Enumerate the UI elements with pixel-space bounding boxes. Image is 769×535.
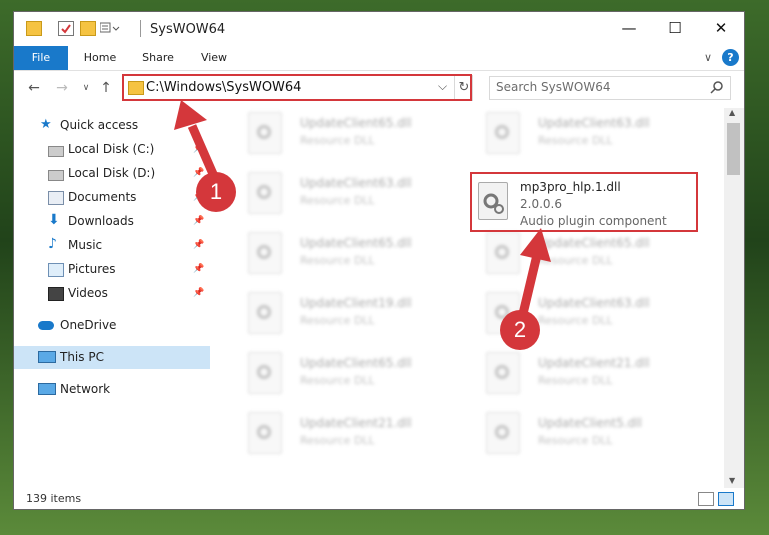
annotation-arrow-2 xyxy=(517,253,542,320)
step-badge-2: 2 xyxy=(500,310,540,350)
step-badge-1: 1 xyxy=(196,172,236,212)
annotation-arrows xyxy=(174,100,551,320)
annotation-arrowhead-2 xyxy=(520,228,551,262)
annotation-arrowhead-1 xyxy=(174,100,207,130)
